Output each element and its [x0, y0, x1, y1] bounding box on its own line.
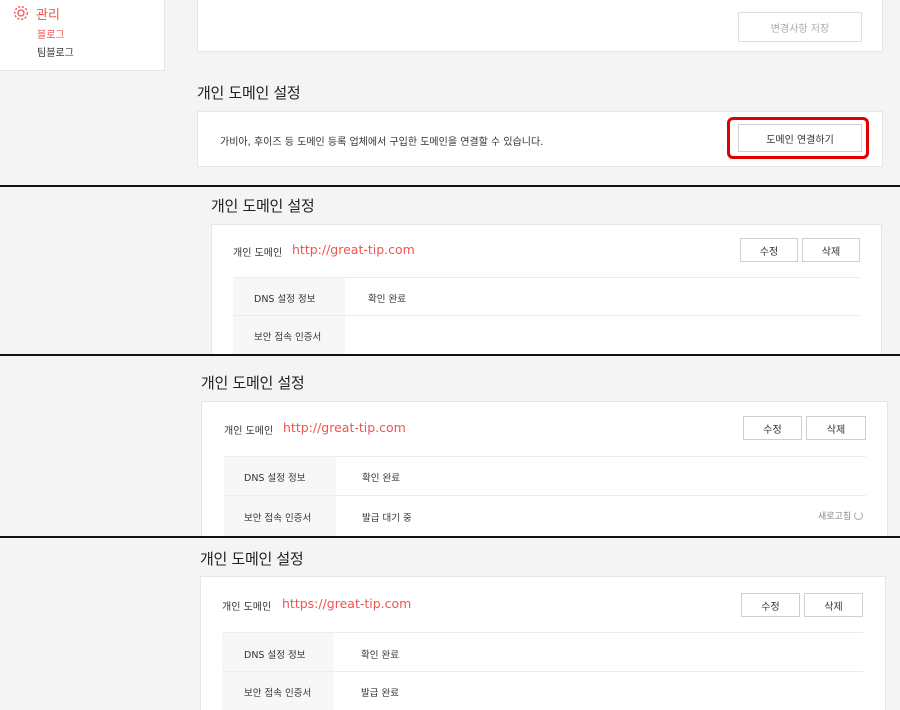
delete-button[interactable]: 삭제: [806, 416, 866, 440]
ssl-label: 보안 접속 인증서: [244, 513, 312, 524]
domain-value: https://great-tip.com: [282, 596, 412, 611]
sidebar: 관리 블로그 팀블로그: [0, 0, 165, 71]
domain-label: 개인 도메인: [224, 426, 274, 437]
domain-description: 가비아, 후이즈 등 도메인 등록 업체에서 구입한 도메인을 연결할 수 있습…: [220, 137, 544, 148]
ssl-value: 발급 대기 중: [362, 513, 412, 524]
panel-domain-connect: 관리 블로그 팀블로그 변경사항 저장 개인 도메인 설정 가비아, 후이즈 등…: [0, 0, 900, 185]
panel-ssl-issued: 개인 도메인 설정 개인 도메인 https://great-tip.com 수…: [0, 538, 900, 710]
dns-value: 확인 완료: [362, 473, 400, 484]
dns-label: DNS 설정 정보: [244, 650, 306, 661]
ssl-label: 보안 접속 인증서: [244, 688, 312, 699]
domain-value: http://great-tip.com: [283, 420, 406, 435]
ssl-value: 발급 완료: [361, 688, 399, 699]
refresh-label: 새로고침: [818, 512, 852, 522]
refresh-button[interactable]: 새로고침: [818, 509, 864, 522]
ssl-label: 보안 접속 인증서: [254, 332, 322, 343]
row-divider: [233, 315, 860, 316]
sidebar-item-blog[interactable]: 블로그: [37, 26, 65, 41]
refresh-icon: [854, 511, 864, 520]
dns-label: DNS 설정 정보: [254, 294, 316, 305]
dns-label: DNS 설정 정보: [244, 473, 306, 484]
domain-value: http://great-tip.com: [292, 242, 415, 257]
row-divider: [222, 671, 863, 672]
section-title: 개인 도메인 설정: [200, 550, 304, 568]
delete-button[interactable]: 삭제: [802, 238, 860, 262]
connect-domain-button[interactable]: 도메인 연결하기: [738, 124, 862, 152]
section-title: 개인 도메인 설정: [197, 84, 301, 102]
panel-ssl-pending: 개인 도메인 설정 개인 도메인 http://great-tip.com 수정…: [0, 356, 900, 536]
section-title: 개인 도메인 설정: [201, 374, 305, 392]
edit-button[interactable]: 수정: [743, 416, 802, 440]
sidebar-section-label: 관리: [36, 8, 60, 23]
panel-domain-connected: 개인 도메인 설정 개인 도메인 http://great-tip.com 수정…: [0, 187, 900, 354]
domain-label: 개인 도메인: [233, 248, 283, 259]
row-header-column: [224, 457, 336, 536]
edit-button[interactable]: 수정: [740, 238, 798, 262]
row-divider: [224, 495, 866, 496]
gear-icon: [13, 5, 29, 25]
dns-value: 확인 완료: [361, 650, 399, 661]
edit-button[interactable]: 수정: [741, 593, 800, 617]
save-changes-button[interactable]: 변경사항 저장: [738, 12, 862, 42]
sidebar-item-teamblog[interactable]: 팀블로그: [37, 44, 74, 59]
delete-button[interactable]: 삭제: [804, 593, 863, 617]
dns-value: 확인 완료: [368, 294, 406, 305]
domain-label: 개인 도메인: [222, 602, 272, 613]
section-title: 개인 도메인 설정: [211, 197, 315, 215]
